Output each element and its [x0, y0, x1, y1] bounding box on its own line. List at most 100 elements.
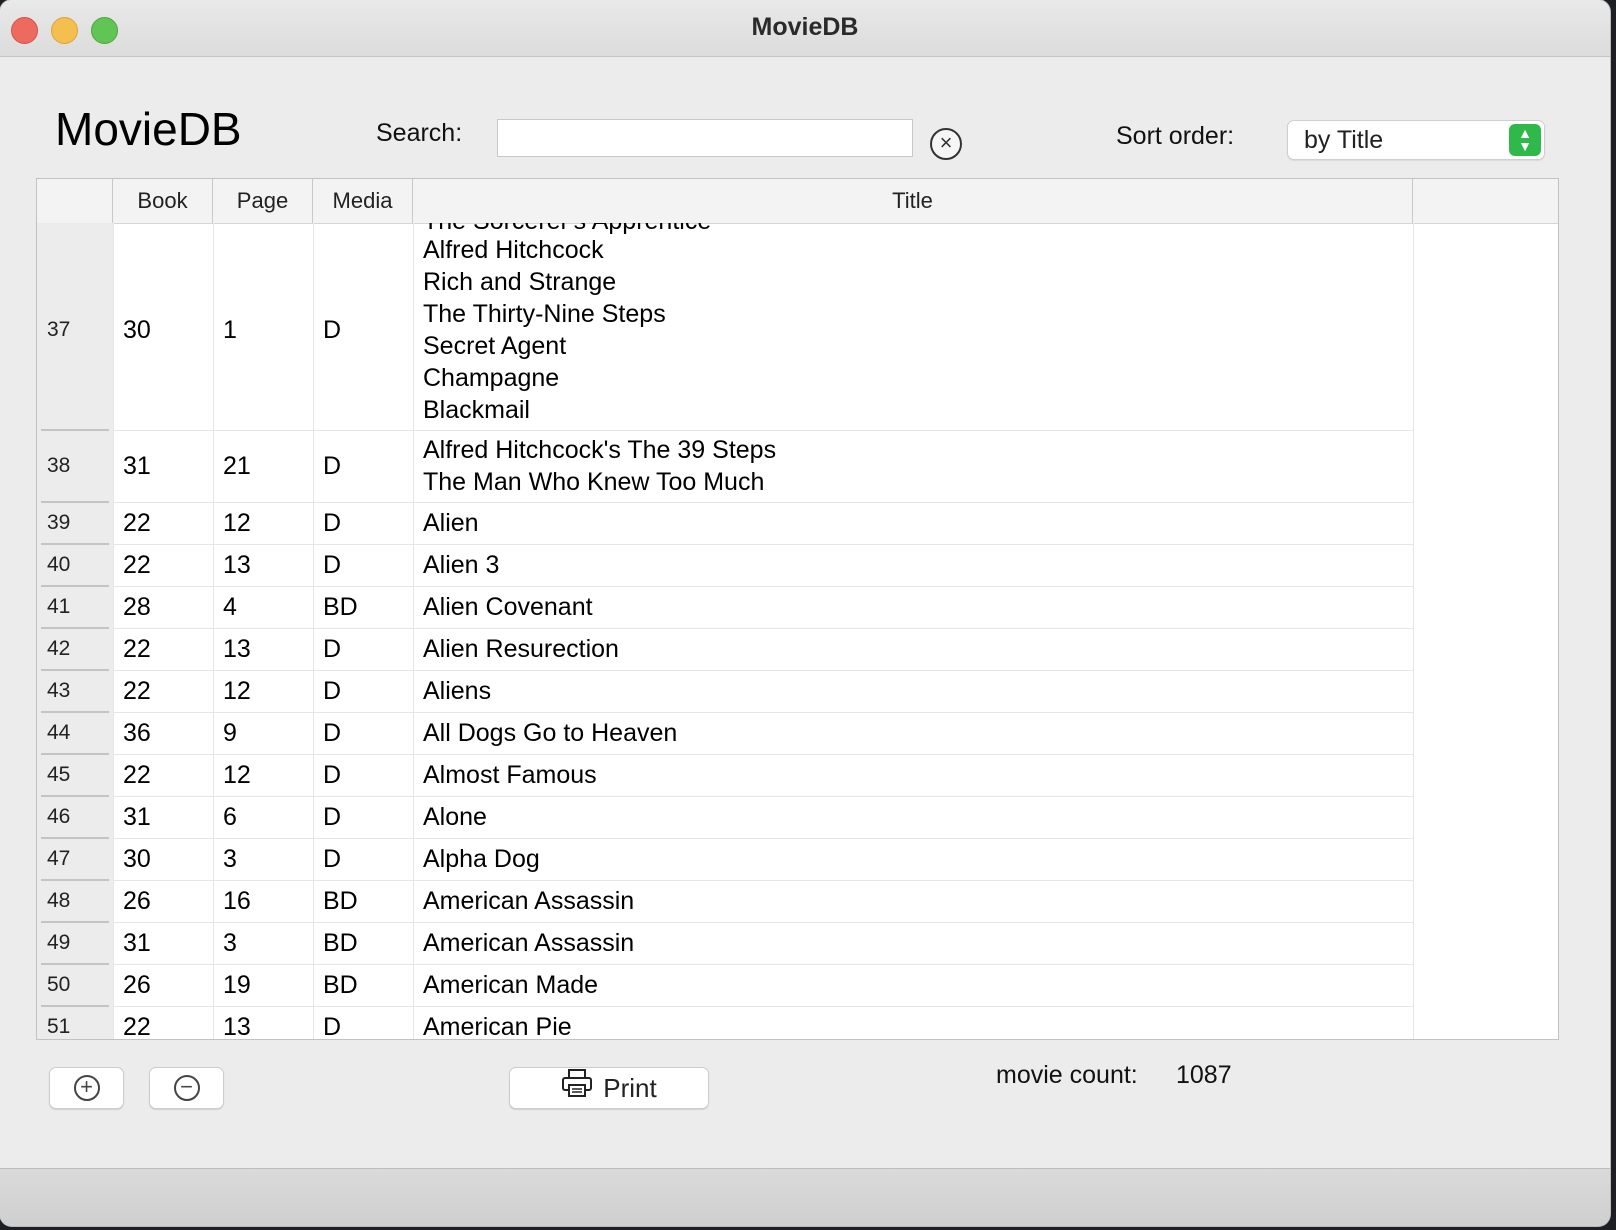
book-cell: 31 [123, 803, 151, 831]
title-cell: Aliens [423, 677, 492, 705]
title-cell: Alone [423, 803, 487, 831]
search-label: Search: [376, 119, 463, 147]
book-cell: 31 [123, 452, 151, 480]
page-cell: 12 [223, 677, 251, 705]
table-row[interactable]: 47 30 3 D Alpha Dog [37, 839, 1558, 881]
table-row[interactable]: 38 31 21 D Alfred Hitchcock's The 39 Steps T… [37, 431, 1558, 503]
clear-search-icon[interactable]: × [930, 128, 962, 160]
page-cell: 13 [223, 551, 251, 579]
book-cell: 22 [123, 551, 151, 579]
page-cell: 12 [223, 761, 251, 789]
media-cell: D [323, 452, 342, 480]
sort-order-value: by Title [1304, 126, 1384, 154]
column-header-book[interactable]: Book [113, 179, 213, 223]
print-button[interactable]: Print [509, 1067, 709, 1109]
title-cell: Alpha Dog [423, 845, 540, 873]
media-cell: BD [323, 971, 358, 999]
sort-order-label: Sort order: [1116, 122, 1235, 150]
media-cell: D [323, 845, 342, 873]
media-cell: D [323, 677, 342, 705]
row-number-header [37, 179, 113, 223]
row-number: 44 [47, 721, 71, 744]
book-cell: 22 [123, 635, 151, 663]
print-label: Print [603, 1073, 657, 1103]
page-cell: 6 [223, 803, 237, 831]
book-cell: 30 [123, 845, 151, 873]
row-number: 49 [47, 931, 71, 954]
table-row[interactable]: 51 22 13 D American Pie [37, 1007, 1558, 1039]
book-cell: 22 [123, 1013, 151, 1039]
table-row[interactable]: 46 31 6 D Alone [37, 797, 1558, 839]
row-number: 38 [47, 454, 71, 477]
page-cell: 3 [223, 929, 237, 957]
printer-icon [561, 1068, 593, 1109]
table-row[interactable]: 43 22 12 D Aliens [37, 671, 1558, 713]
table-body: The Sorcerer's Apprentice 37301DAlfred H… [37, 223, 1558, 1039]
page-cell: 13 [223, 1013, 251, 1039]
book-cell: 22 [123, 761, 151, 789]
title-cell: Alien 3 [423, 551, 500, 579]
book-cell: 26 [123, 887, 151, 915]
media-cell: D [323, 316, 342, 344]
media-cell: D [323, 551, 342, 579]
app-window: MovieDB MovieDB Search: × Sort order: by… [0, 0, 1610, 1226]
table-row[interactable]: 49 31 3 BD American Assassin [37, 923, 1558, 965]
minus-circle-icon: − [173, 1075, 200, 1101]
media-cell: D [323, 803, 342, 831]
table-row[interactable]: 45 22 12 D Almost Famous [37, 755, 1558, 797]
book-cell: 22 [123, 509, 151, 537]
title-cell: Alfred Hitchcock's The 39 Steps The Man … [423, 436, 777, 496]
book-cell: 30 [123, 316, 151, 344]
row-number: 50 [47, 973, 71, 996]
search-input[interactable] [497, 119, 913, 157]
add-movie-button[interactable]: + [49, 1067, 124, 1109]
media-cell: BD [323, 593, 358, 621]
column-header-page[interactable]: Page [213, 179, 313, 223]
page-cell: 9 [223, 719, 237, 747]
column-header-media[interactable]: Media [313, 179, 413, 223]
table-row[interactable]: 48 26 16 BD American Assassin [37, 881, 1558, 923]
book-cell: 31 [123, 929, 151, 957]
media-cell: D [323, 1013, 342, 1039]
title-bar: MovieDB [0, 0, 1610, 57]
title-cell: American Assassin [423, 887, 635, 915]
table-row[interactable]: 40 22 13 D Alien 3 [37, 545, 1558, 587]
table-row[interactable]: 41 28 4 BD Alien Covenant [37, 587, 1558, 629]
app-heading: MovieDB [55, 103, 242, 155]
page-cell: 12 [223, 509, 251, 537]
movie-table[interactable]: Book Page Media Title The Sorcerer's App… [36, 178, 1559, 1040]
title-cell: Alien [423, 509, 479, 537]
row-number: 42 [47, 637, 71, 660]
media-cell: D [323, 635, 342, 663]
book-cell: 28 [123, 593, 151, 621]
title-cell: American Made [423, 971, 599, 999]
page-cell: 21 [223, 452, 251, 480]
book-cell: 22 [123, 677, 151, 705]
table-row[interactable]: 42 22 13 D Alien Resurection [37, 629, 1558, 671]
table-row[interactable]: 37 30 1 D Alfred Hitchcock Rich and Strange … [37, 231, 1558, 431]
title-cell: All Dogs Go to Heaven [423, 719, 678, 747]
table-row[interactable]: 50 26 19 BD American Made [37, 965, 1558, 1007]
media-cell: D [323, 509, 342, 537]
row-number: 41 [47, 595, 71, 618]
media-cell: D [323, 761, 342, 789]
row-number: 43 [47, 679, 71, 702]
table-row[interactable]: 39 22 12 D Alien [37, 503, 1558, 545]
page-cell: 19 [223, 971, 251, 999]
movie-count-value: 1087 [1176, 1061, 1232, 1089]
row-number: 47 [47, 847, 71, 870]
remove-movie-button[interactable]: − [149, 1067, 224, 1109]
title-cell: Alien Resurection [423, 635, 619, 663]
book-cell: 36 [123, 719, 151, 747]
sort-order-select[interactable]: by Title ▲ ▼ [1287, 120, 1545, 160]
row-number: 40 [47, 553, 71, 576]
table-row[interactable]: 44 36 9 D All Dogs Go to Heaven [37, 713, 1558, 755]
page-cell: 13 [223, 635, 251, 663]
plus-circle-icon: + [73, 1075, 100, 1101]
up-down-arrows-icon: ▲ ▼ [1509, 124, 1541, 156]
table-header: Book Page Media Title [37, 179, 1558, 224]
title-cell: Almost Famous [423, 761, 597, 789]
row-number: 46 [47, 805, 71, 828]
column-header-title[interactable]: Title [413, 179, 1413, 223]
media-cell: D [323, 719, 342, 747]
